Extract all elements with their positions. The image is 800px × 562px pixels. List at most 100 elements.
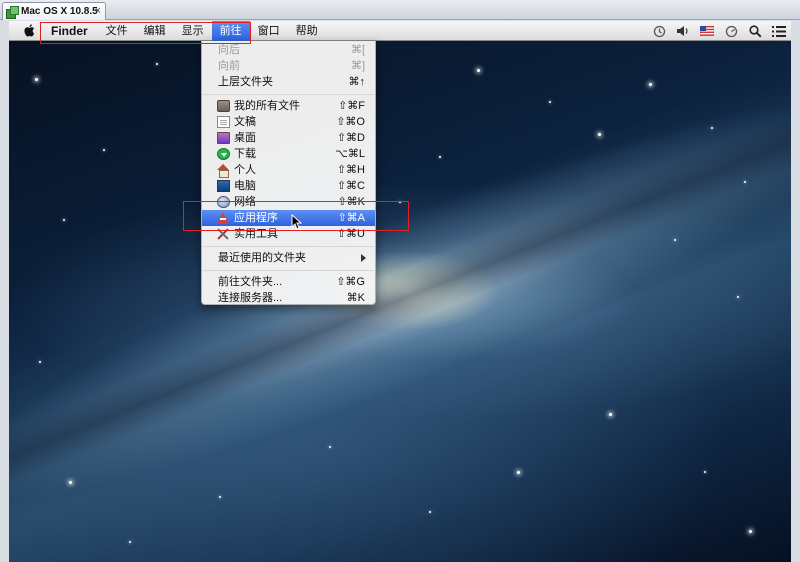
vm-tab-bar: Mac OS X 10.8.5 × (0, 0, 800, 20)
downloads-icon (217, 148, 230, 160)
menu-item-shortcut: ⌘[ (350, 44, 365, 56)
menu-item-shortcut: ⇧⌘C (336, 180, 365, 192)
star (749, 530, 752, 533)
menu-item-label: 向前 (218, 60, 240, 72)
menu-item-label: 向后 (218, 44, 240, 56)
menu-item-shortcut: ⇧⌘A (337, 212, 365, 224)
menu-help[interactable]: 帮助 (288, 21, 326, 41)
vm-icon (6, 5, 19, 19)
menu-file[interactable]: 文件 (98, 21, 136, 41)
menu-item-label: 最近使用的文件夹 (218, 252, 306, 264)
computer-icon (217, 180, 230, 192)
menu-item-shortcut: ⇧⌘O (336, 116, 365, 128)
submenu-arrow-icon (361, 254, 366, 262)
vm-tab[interactable]: Mac OS X 10.8.5 × (2, 2, 106, 20)
star (549, 101, 551, 103)
star (711, 127, 713, 129)
sync-icon[interactable] (719, 21, 743, 41)
menu-go[interactable]: 前往 (211, 20, 250, 41)
time-machine-icon[interactable] (647, 21, 671, 41)
menu-item-label: 文稿 (234, 116, 256, 128)
menu-item-shortcut: ⌘] (350, 60, 365, 72)
home-icon (217, 164, 230, 178)
menu-item-label: 上层文件夹 (218, 76, 273, 88)
menu-item-shortcut: ⇧⌘H (336, 164, 365, 176)
menu-item-label: 前往文件夹... (218, 276, 283, 288)
spotlight-icon[interactable] (743, 21, 767, 41)
star (609, 413, 612, 416)
menu-separator (203, 270, 374, 271)
star (129, 541, 131, 543)
menu-item-utilities[interactable]: 实用工具 ⇧⌘U (202, 226, 375, 242)
menu-finder[interactable]: Finder (45, 21, 98, 41)
star (329, 446, 331, 448)
star (517, 471, 520, 474)
menu-item-applications[interactable]: 应用程序 ⇧⌘A (202, 210, 375, 226)
star (69, 481, 72, 484)
menu-item-label: 电脑 (234, 180, 256, 192)
menu-item-home[interactable]: 个人 ⇧⌘H (202, 162, 375, 178)
mouse-cursor-icon (291, 214, 302, 230)
menu-bar: Finder 文件 编辑 显示 前往 窗口 帮助 (9, 20, 791, 41)
menu-separator (203, 94, 374, 95)
menu-item-label: 个人 (234, 164, 256, 176)
menu-item-enclosing-folder[interactable]: 上层文件夹 ⌘↑ (202, 74, 375, 90)
star (737, 296, 739, 298)
menu-item-label: 下载 (234, 148, 256, 160)
status-area (647, 21, 791, 41)
go-menu-dropdown: 向后 ⌘[ 向前 ⌘] 上层文件夹 ⌘↑ 我的所有文件 ⇧⌘F 文稿 ⇧⌘O 桌… (201, 41, 376, 305)
menu-item-desktop[interactable]: 桌面 ⇧⌘D (202, 130, 375, 146)
menu-window[interactable]: 窗口 (250, 21, 288, 41)
menu-item-shortcut: ⇧⌘D (336, 132, 365, 144)
menu-item-shortcut: ⇧⌘U (336, 228, 365, 240)
menu-item-label: 应用程序 (234, 212, 278, 224)
flag-icon[interactable] (695, 21, 719, 41)
menu-separator (203, 246, 374, 247)
menu-item-forward[interactable]: 向前 ⌘] (202, 58, 375, 74)
menu-item-downloads[interactable]: 下载 ⌥⌘L (202, 146, 375, 162)
menu-item-shortcut: ⇧⌘F (338, 100, 365, 112)
menu-item-shortcut: ⌘K (346, 292, 365, 304)
menu-item-shortcut: ⇧⌘G (336, 276, 365, 288)
star (649, 83, 652, 86)
menu-item-shortcut: ⌘↑ (348, 76, 366, 88)
star (39, 361, 41, 363)
menu-item-label: 网络 (234, 196, 256, 208)
star (399, 201, 401, 203)
star (103, 149, 105, 151)
desktop-icon (217, 132, 230, 144)
star (704, 471, 706, 473)
star (744, 181, 746, 183)
menu-view[interactable]: 显示 (174, 21, 212, 41)
network-icon (217, 196, 230, 208)
menu-item-back[interactable]: 向后 ⌘[ (202, 42, 375, 58)
menu-item-label: 实用工具 (234, 228, 278, 240)
star (63, 219, 65, 221)
star (477, 69, 480, 72)
star (429, 511, 431, 513)
menu-edit[interactable]: 编辑 (136, 21, 174, 41)
menu-item-shortcut: ⇧⌘K (337, 196, 365, 208)
apple-icon[interactable] (23, 24, 35, 37)
menu-item-network[interactable]: 网络 ⇧⌘K (202, 194, 375, 210)
volume-icon[interactable] (671, 21, 695, 41)
menu-item-label: 我的所有文件 (234, 100, 300, 112)
menu-item-recent-folders[interactable]: 最近使用的文件夹 (202, 250, 375, 266)
menu-item-shortcut: ⌥⌘L (335, 148, 365, 160)
menu-item-label: 桌面 (234, 132, 256, 144)
applications-icon (217, 212, 230, 224)
star (674, 239, 676, 241)
menu-item-all-my-files[interactable]: 我的所有文件 ⇧⌘F (202, 98, 375, 114)
menu-item-documents[interactable]: 文稿 ⇧⌘O (202, 114, 375, 130)
all-my-files-icon (217, 100, 230, 112)
menu-item-label: 连接服务器... (218, 292, 283, 304)
menu-item-computer[interactable]: 电脑 ⇧⌘C (202, 178, 375, 194)
desktop-wallpaper (9, 41, 791, 562)
vm-tab-title: Mac OS X 10.8.5 (21, 6, 98, 17)
star (156, 63, 158, 65)
star (35, 78, 38, 81)
notification-icon[interactable] (767, 21, 791, 41)
close-icon[interactable]: × (95, 5, 101, 17)
menu-item-connect-to-server[interactable]: 连接服务器... ⌘K (202, 290, 375, 306)
menu-item-go-to-folder[interactable]: 前往文件夹... ⇧⌘G (202, 274, 375, 290)
